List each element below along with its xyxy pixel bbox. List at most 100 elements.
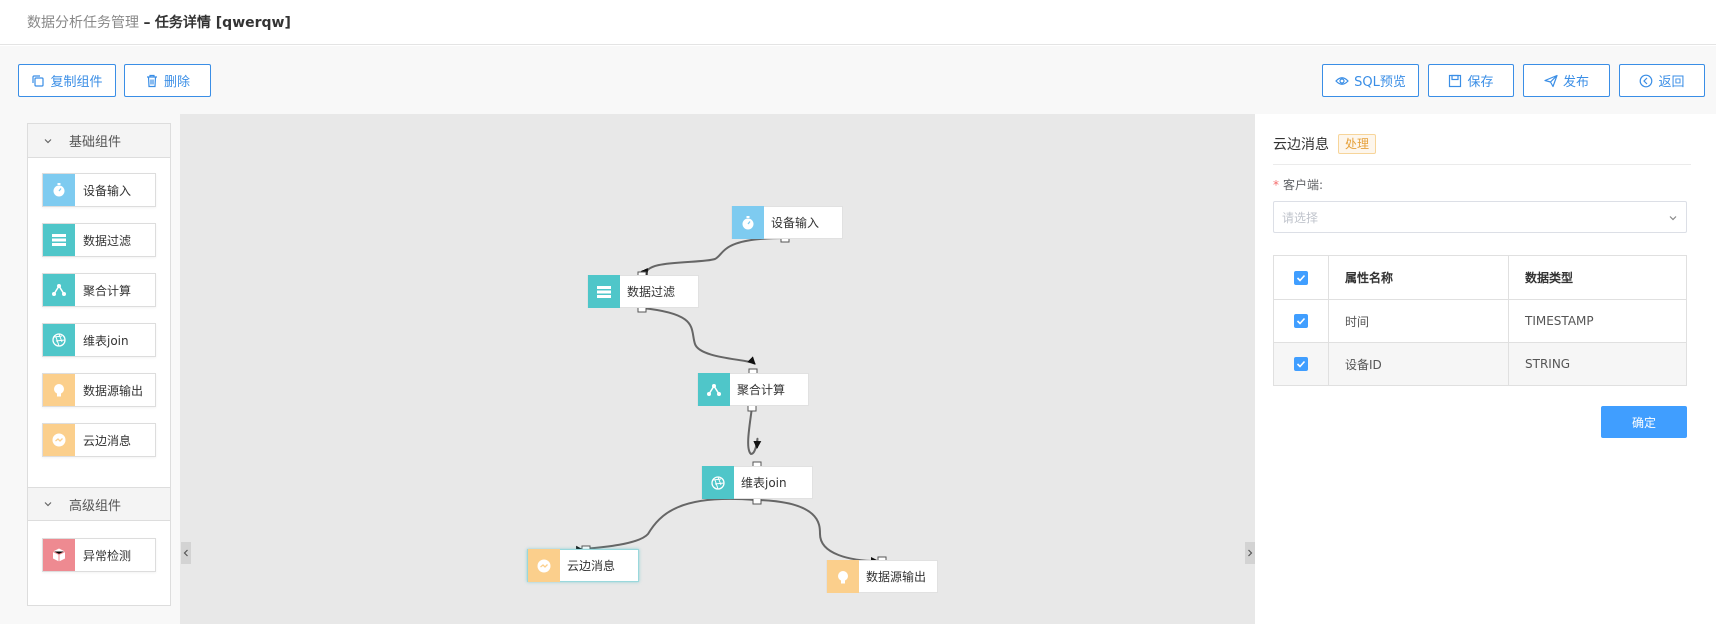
advanced-group-title: 高级组件: [69, 498, 122, 514]
sql-preview-button[interactable]: SQL预览: [1322, 64, 1419, 97]
collapse-right-button[interactable]: [1245, 542, 1255, 564]
aperture-icon: [702, 466, 734, 499]
panel-title: 云边消息 处理: [1273, 134, 1377, 154]
node-device-input[interactable]: 设备输入: [731, 206, 843, 239]
bulb-icon: [43, 374, 75, 406]
toolbar: 复制组件 删除 SQL预览 保存 发布 返回: [0, 46, 1716, 114]
advanced-group-header[interactable]: 高级组件: [28, 487, 170, 521]
back-circle-icon: [1640, 74, 1653, 87]
back-label: 返回: [1658, 75, 1685, 90]
table-header-row: 属性名称 数据类型: [1273, 255, 1687, 300]
node-label: 设备输入: [771, 216, 820, 230]
workspace: 基础组件 设备输入 数据过滤 聚合计算 维表join 数据源输出 云边消息 高级…: [0, 114, 1716, 624]
palette-item-label: 维表join: [83, 333, 129, 348]
delete-button[interactable]: 删除: [124, 64, 211, 97]
collapse-left-button[interactable]: [181, 542, 191, 564]
copy-component-button[interactable]: 复制组件: [18, 64, 116, 97]
edge-join-to-output[interactable]: [757, 499, 879, 565]
attribute-type: STRING: [1508, 342, 1687, 386]
palette-item-anomaly-detection[interactable]: 异常检测: [42, 538, 156, 572]
page-header: 数据分析任务管理 – 任务详情 [qwerqw]: [0, 0, 1716, 45]
edge-aggregate-to-join[interactable]: [747, 406, 762, 456]
copy-component-label: 复制组件: [50, 75, 103, 90]
node-label: 云边消息: [567, 559, 616, 573]
trash-icon: [146, 74, 157, 87]
publish-button[interactable]: 发布: [1523, 64, 1610, 97]
palette-item-datasource-output[interactable]: 数据源输出: [42, 373, 156, 407]
table-icon: [588, 275, 620, 308]
node-dim-join[interactable]: 维表join: [701, 466, 813, 499]
column-header-type: 数据类型: [1508, 255, 1687, 300]
basic-group-title: 基础组件: [69, 135, 122, 150]
node-label: 数据源输出: [866, 570, 927, 584]
node-data-filter[interactable]: 数据过滤: [587, 275, 699, 308]
palette-item-label: 云边消息: [83, 433, 132, 448]
row-checkbox[interactable]: [1294, 357, 1308, 372]
flow-edges: [575, 233, 887, 566]
select-all-checkbox[interactable]: [1294, 270, 1308, 285]
stopwatch-icon: [43, 174, 75, 206]
client-field-label: * 客户端:: [1273, 176, 1323, 193]
palette-item-data-filter[interactable]: 数据过滤: [42, 223, 156, 257]
palette-item-label: 数据过滤: [83, 233, 132, 248]
message-icon: [528, 549, 560, 582]
share-icon: [698, 373, 730, 406]
confirm-button[interactable]: 确定: [1601, 406, 1687, 438]
basic-group-header[interactable]: 基础组件: [28, 124, 170, 158]
palette-item-label: 数据源输出: [83, 383, 144, 398]
attribute-type: TIMESTAMP: [1508, 299, 1687, 343]
row-checkbox[interactable]: [1294, 314, 1308, 329]
palette-item-dim-join[interactable]: 维表join: [42, 323, 156, 357]
table-icon: [43, 224, 75, 256]
node-cloud-message[interactable]: 云边消息: [527, 549, 639, 582]
share-icon: [43, 274, 75, 306]
breadcrumb: 数据分析任务管理 – 任务详情 [qwerqw]: [27, 12, 291, 32]
row-checkbox-cell: [1273, 299, 1329, 343]
edge-join-to-cloudmsg[interactable]: [575, 498, 756, 554]
attribute-name: 时间: [1328, 299, 1509, 343]
send-icon: [1544, 74, 1558, 87]
delete-label: 删除: [163, 75, 190, 90]
flow-canvas[interactable]: 设备输入 数据过滤 聚合计算 维表join 云边消息 数据源输出: [180, 114, 1255, 624]
palette-item-cloud-message[interactable]: 云边消息: [42, 423, 156, 457]
message-icon: [43, 424, 75, 456]
publish-label: 发布: [1562, 75, 1589, 90]
palette-item-label: 设备输入: [83, 183, 132, 198]
save-icon: [1449, 74, 1462, 87]
palette-item-aggregate[interactable]: 聚合计算: [42, 273, 156, 307]
save-label: 保存: [1467, 75, 1494, 90]
component-palette: 基础组件 设备输入 数据过滤 聚合计算 维表join 数据源输出 云边消息 高级…: [27, 123, 171, 606]
chevron-down-icon: [44, 138, 52, 143]
panel-divider: [1273, 164, 1691, 165]
breadcrumb-current: 任务详情 [qwerqw]: [154, 15, 291, 31]
attribute-table: 属性名称 数据类型 时间 TIMESTAMP 设备ID STRING: [1273, 255, 1687, 386]
table-row[interactable]: 时间 TIMESTAMP: [1273, 299, 1687, 343]
node-aggregate[interactable]: 聚合计算: [697, 373, 809, 406]
panel-title-text: 云边消息: [1273, 137, 1329, 153]
check-icon: [1296, 361, 1306, 368]
palette-item-device-input[interactable]: 设备输入: [42, 173, 156, 207]
copy-icon: [32, 74, 45, 87]
node-datasource-output[interactable]: 数据源输出: [826, 560, 938, 593]
required-mark: *: [1273, 178, 1279, 192]
back-button[interactable]: 返回: [1619, 64, 1705, 97]
check-icon: [1296, 318, 1306, 325]
breadcrumb-parent[interactable]: 数据分析任务管理: [27, 15, 139, 31]
chevron-right-icon: [1248, 549, 1253, 557]
chevron-down-icon: [1669, 216, 1677, 221]
edge-filter-to-aggregate[interactable]: [641, 307, 756, 365]
save-button[interactable]: 保存: [1428, 64, 1514, 97]
node-label: 数据过滤: [627, 285, 676, 299]
properties-panel: 云边消息 处理 * 客户端: 请选择 属性名称 数据类型 时间 TIMESTAM…: [1255, 114, 1716, 624]
client-label-text: 客户端:: [1283, 178, 1324, 192]
eye-icon: [1335, 76, 1349, 85]
edge-device-to-filter[interactable]: [640, 237, 786, 277]
select-all-cell: [1273, 255, 1329, 300]
aperture-icon: [43, 324, 75, 356]
chevron-left-icon: [183, 549, 188, 557]
palette-item-label: 异常检测: [83, 548, 132, 563]
client-select[interactable]: 请选择: [1273, 201, 1687, 233]
node-label: 聚合计算: [737, 383, 786, 397]
table-row[interactable]: 设备ID STRING: [1273, 342, 1687, 386]
row-checkbox-cell: [1273, 342, 1329, 386]
